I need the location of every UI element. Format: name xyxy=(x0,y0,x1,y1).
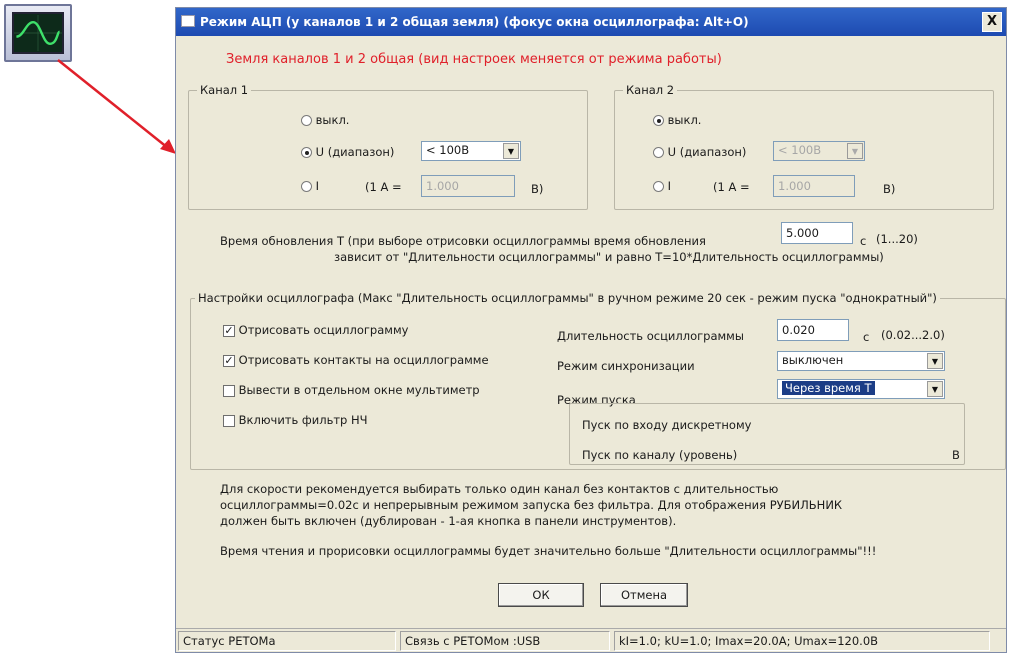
channel1-ratio-suffix: В) xyxy=(531,182,544,196)
note-line-4: Время чтения и прорисовки осциллограммы … xyxy=(220,544,877,558)
sync-mode-value: выключен xyxy=(782,353,844,367)
multimeter-window-option[interactable]: Вывести в отдельном окне мультиметр xyxy=(223,383,480,397)
oscilloscope-app-icon[interactable] xyxy=(4,4,72,62)
sync-mode-select[interactable]: выключен ▼ xyxy=(777,351,945,371)
channel1-u-radio[interactable] xyxy=(301,147,312,158)
channel2-ratio-suffix: В) xyxy=(883,182,896,196)
draw-scope-label: Отрисовать осциллограмму xyxy=(238,323,409,337)
channel2-off-label: выкл. xyxy=(667,113,702,127)
channel1-ratio-input[interactable]: 1.000 xyxy=(421,175,515,197)
chevron-down-icon[interactable]: ▼ xyxy=(503,143,519,159)
channel1-off-radio[interactable] xyxy=(301,115,312,126)
update-time-unit: с xyxy=(860,234,867,248)
channel2-off-option[interactable]: выкл. xyxy=(653,113,701,127)
channel1-range-value: < 100В xyxy=(426,143,470,157)
channel1-i-option[interactable]: I xyxy=(301,179,319,193)
channel2-off-radio[interactable] xyxy=(653,115,664,126)
duration-input[interactable]: 0.020 xyxy=(777,319,849,341)
channel2-u-label: U (диапазон) xyxy=(667,145,747,159)
title-bar[interactable]: Режим АЦП (у каналов 1 и 2 общая земля) … xyxy=(176,8,1006,36)
draw-contacts-option[interactable]: ✓ Отрисовать контакты на осциллограмме xyxy=(223,353,489,367)
trigger-panel: Пуск по входу дискретному Пуск по каналу… xyxy=(569,403,965,465)
trigger-discrete-option[interactable]: Пуск по входу дискретному xyxy=(582,418,751,432)
update-time-range: (1...20) xyxy=(876,232,918,246)
sine-wave-icon xyxy=(14,15,62,51)
adc-mode-dialog: Режим АЦП (у каналов 1 и 2 общая земля) … xyxy=(175,7,1007,653)
channel1-group: Канал 1 выкл. U (диапазон) < 100В ▼ I (1… xyxy=(188,83,588,210)
channel1-u-option[interactable]: U (диапазон) xyxy=(301,145,394,159)
channel2-i-option[interactable]: I xyxy=(653,179,671,193)
channel2-i-radio[interactable] xyxy=(653,181,664,192)
note-line-3: должен быть включен (дублирован - 1-ая к… xyxy=(220,514,677,528)
update-time-input[interactable]: 5.000 xyxy=(781,222,853,244)
trigger-level-unit: В xyxy=(952,448,960,462)
lowpass-filter-label: Включить фильтр НЧ xyxy=(238,413,368,427)
channel1-legend: Канал 1 xyxy=(197,83,252,97)
oscilloscope-screen-icon xyxy=(12,12,64,54)
duration-range: (0.02...2.0) xyxy=(881,328,945,342)
channel1-i-radio[interactable] xyxy=(301,181,312,192)
channel2-range-select[interactable]: < 100В ▼ xyxy=(773,141,865,161)
channel2-ratio-prefix: (1 А = xyxy=(713,180,750,194)
duration-label: Длительность осциллограммы xyxy=(557,329,744,343)
note-line-1: Для скорости рекомендуется выбирать толь… xyxy=(220,482,779,496)
ground-warning: Земля каналов 1 и 2 общая (вид настроек … xyxy=(226,52,722,67)
channel2-range-value: < 100В xyxy=(778,143,822,157)
channel1-range-select[interactable]: < 100В ▼ xyxy=(421,141,521,161)
channel1-u-label: U (диапазон) xyxy=(315,145,395,159)
duration-unit: с xyxy=(863,330,870,344)
window-title: Режим АЦП (у каналов 1 и 2 общая земля) … xyxy=(200,15,749,29)
draw-contacts-checkbox[interactable]: ✓ xyxy=(223,354,235,367)
sync-mode-label: Режим синхронизации xyxy=(557,359,695,373)
channel1-i-label: I xyxy=(315,179,320,193)
channel1-off-option[interactable]: выкл. xyxy=(301,113,349,127)
lowpass-filter-checkbox[interactable] xyxy=(223,414,235,427)
draw-contacts-label: Отрисовать контакты на осциллограмме xyxy=(238,353,489,367)
note-line-2: осциллограммы=0.02с и непрерывным режимо… xyxy=(220,498,843,512)
window-icon xyxy=(181,15,195,27)
status-params: kI=1.0; kU=1.0; Imax=20.0A; Umax=120.0В xyxy=(614,631,990,651)
chevron-down-icon[interactable]: ▼ xyxy=(927,353,943,369)
cancel-button[interactable]: Отмена xyxy=(600,583,688,607)
channel2-ratio-input[interactable]: 1.000 xyxy=(773,175,855,197)
status-device: Статус РЕТОМа xyxy=(178,631,396,651)
start-mode-select[interactable]: Через время Т ▼ xyxy=(777,379,945,399)
close-button[interactable]: X xyxy=(982,12,1002,32)
scope-settings-legend: Настройки осциллографа (Макс "Длительнос… xyxy=(195,291,940,305)
chevron-down-icon[interactable]: ▼ xyxy=(847,143,863,159)
channel2-u-radio[interactable] xyxy=(653,147,664,158)
multimeter-window-label: Вывести в отдельном окне мультиметр xyxy=(238,383,480,397)
channel2-legend: Канал 2 xyxy=(623,83,678,97)
update-time-label-line1: Время обновления Т (при выборе отрисовки… xyxy=(220,234,706,248)
multimeter-window-checkbox[interactable] xyxy=(223,384,235,397)
status-bar: Статус РЕТОМа Связь с РЕТОМом :USB kI=1.… xyxy=(176,628,1006,652)
channel1-off-label: выкл. xyxy=(315,113,350,127)
channel2-group: Канал 2 выкл. U (диапазон) < 100В ▼ I (1… xyxy=(614,83,994,210)
draw-scope-checkbox[interactable]: ✓ xyxy=(223,324,235,337)
channel1-ratio-prefix: (1 А = xyxy=(365,180,402,194)
channel2-i-label: I xyxy=(667,179,672,193)
trigger-channel-option[interactable]: Пуск по каналу (уровень) xyxy=(582,448,737,462)
draw-scope-option[interactable]: ✓ Отрисовать осциллограмму xyxy=(223,323,408,337)
update-time-label-line2: зависит от "Длительности осциллограммы" … xyxy=(334,250,884,264)
lowpass-filter-option[interactable]: Включить фильтр НЧ xyxy=(223,413,368,427)
chevron-down-icon[interactable]: ▼ xyxy=(927,381,943,397)
ok-button[interactable]: ОК xyxy=(498,583,584,607)
status-link: Связь с РЕТОМом :USB xyxy=(400,631,610,651)
start-mode-value: Через время Т xyxy=(782,381,875,395)
channel2-u-option[interactable]: U (диапазон) xyxy=(653,145,746,159)
scope-settings-group: Настройки осциллографа (Макс "Длительнос… xyxy=(190,291,1006,470)
